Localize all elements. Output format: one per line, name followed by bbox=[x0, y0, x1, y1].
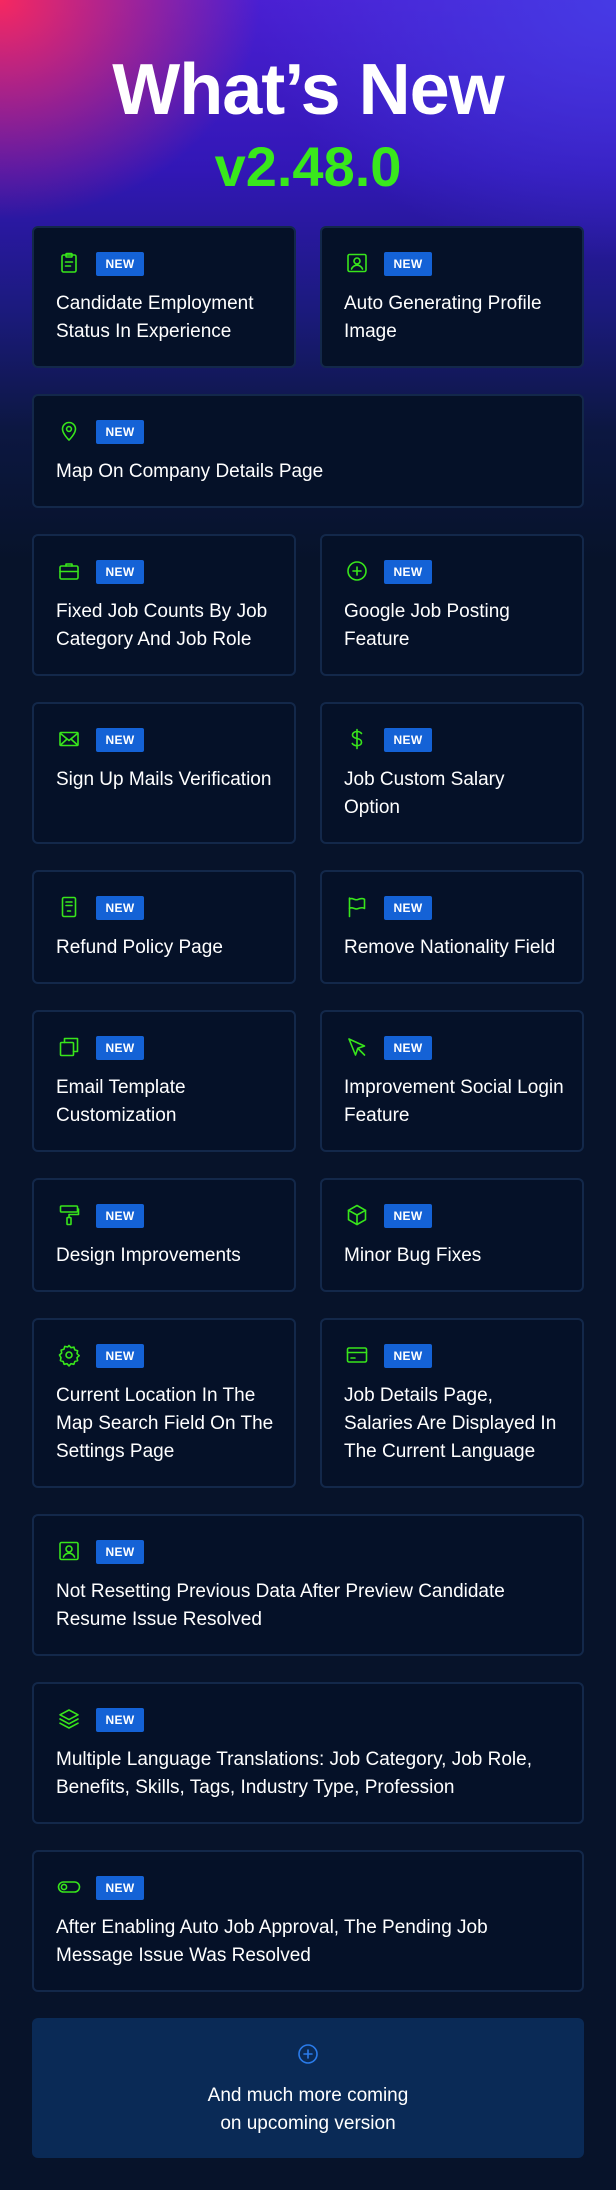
feature-label: Job Custom Salary Option bbox=[344, 769, 505, 818]
feature-card: NEW Design Improvements bbox=[32, 1178, 296, 1292]
new-badge: NEW bbox=[96, 1876, 144, 1900]
more-coming-line-2: on upcoming version bbox=[220, 2113, 396, 2134]
new-badge: NEW bbox=[384, 560, 432, 584]
feature-label: Design Improvements bbox=[56, 1245, 241, 1266]
feature-label: Fixed Job Counts By Job Category And Job… bbox=[56, 601, 268, 650]
feature-card: NEW Job Custom Salary Option bbox=[320, 702, 584, 844]
gear-icon bbox=[56, 1342, 82, 1368]
feature-card: NEW Remove Nationality Field bbox=[320, 870, 584, 984]
cursor-icon bbox=[344, 1034, 370, 1060]
more-coming-line-1: And much more coming bbox=[207, 2085, 409, 2106]
header: What’s New v2.48.0 bbox=[0, 44, 616, 200]
feature-label: Multiple Language Translations: Job Cate… bbox=[56, 1749, 532, 1798]
version-number: v2.48.0 bbox=[214, 135, 402, 198]
copy-icon bbox=[56, 1034, 82, 1060]
feature-label: After Enabling Auto Job Approval, The Pe… bbox=[56, 1917, 488, 1966]
new-badge: NEW bbox=[96, 728, 144, 752]
feature-card: NEW Map On Company Details Page bbox=[32, 394, 584, 508]
paint-roller-icon bbox=[56, 1202, 82, 1228]
new-badge: NEW bbox=[384, 1036, 432, 1060]
feature-card: NEW Not Resetting Previous Data After Pr… bbox=[32, 1514, 584, 1656]
new-badge: NEW bbox=[96, 252, 144, 276]
mail-icon bbox=[56, 726, 82, 752]
feature-card: NEW Google Job Posting Feature bbox=[320, 534, 584, 676]
box-icon bbox=[344, 1202, 370, 1228]
new-badge: NEW bbox=[96, 560, 144, 584]
feature-card: NEW Multiple Language Translations: Job … bbox=[32, 1682, 584, 1824]
profile-image-icon bbox=[344, 250, 370, 276]
feature-card: NEW Sign Up Mails Verification bbox=[32, 702, 296, 844]
feature-card: NEW Auto Generating Profile Image bbox=[320, 226, 584, 368]
feature-label: Current Location In The Map Search Field… bbox=[56, 1385, 274, 1462]
new-badge: NEW bbox=[96, 1036, 144, 1060]
new-badge: NEW bbox=[384, 728, 432, 752]
new-badge: NEW bbox=[96, 420, 144, 444]
profile-image-icon bbox=[56, 1538, 82, 1564]
feature-label: Not Resetting Previous Data After Previe… bbox=[56, 1581, 505, 1630]
more-coming-text: And much more coming on upcoming version bbox=[32, 2082, 584, 2138]
clipboard-icon bbox=[56, 250, 82, 276]
feature-card: NEW After Enabling Auto Job Approval, Th… bbox=[32, 1850, 584, 1992]
feature-card: NEW Candidate Employment Status In Exper… bbox=[32, 226, 296, 368]
feature-label: Improvement Social Login Feature bbox=[344, 1077, 564, 1126]
page-title: What’s New bbox=[112, 50, 504, 130]
feature-label: Auto Generating Profile Image bbox=[344, 293, 542, 342]
feature-label: Remove Nationality Field bbox=[344, 937, 556, 958]
new-badge: NEW bbox=[96, 1540, 144, 1564]
new-badge: NEW bbox=[384, 1344, 432, 1368]
new-badge: NEW bbox=[384, 896, 432, 920]
feature-label: Job Details Page, Salaries Are Displayed… bbox=[344, 1385, 557, 1462]
receipt-icon bbox=[56, 894, 82, 920]
toggle-icon bbox=[56, 1874, 82, 1900]
feature-label: Email Template Customization bbox=[56, 1077, 186, 1126]
credit-card-icon bbox=[344, 1342, 370, 1368]
new-badge: NEW bbox=[384, 252, 432, 276]
feature-label: Candidate Employment Status In Experienc… bbox=[56, 293, 254, 342]
new-badge: NEW bbox=[96, 1204, 144, 1228]
feature-card: NEW Fixed Job Counts By Job Category And… bbox=[32, 534, 296, 676]
new-badge: NEW bbox=[384, 1204, 432, 1228]
dollar-icon bbox=[344, 726, 370, 752]
feature-card: NEW Minor Bug Fixes bbox=[320, 1178, 584, 1292]
plus-circle-icon bbox=[344, 558, 370, 584]
feature-card: NEW Email Template Customization bbox=[32, 1010, 296, 1152]
feature-label: Google Job Posting Feature bbox=[344, 601, 510, 650]
feature-label: Minor Bug Fixes bbox=[344, 1245, 482, 1266]
layers-icon bbox=[56, 1706, 82, 1732]
feature-label: Map On Company Details Page bbox=[56, 461, 324, 482]
map-pin-icon bbox=[56, 418, 82, 444]
briefcase-icon bbox=[56, 558, 82, 584]
flag-icon bbox=[344, 894, 370, 920]
new-badge: NEW bbox=[96, 896, 144, 920]
feature-card: NEW Improvement Social Login Feature bbox=[320, 1010, 584, 1152]
feature-card: NEW Refund Policy Page bbox=[32, 870, 296, 984]
feature-label: Refund Policy Page bbox=[56, 937, 223, 958]
new-badge: NEW bbox=[96, 1708, 144, 1732]
more-coming-card: And much more coming on upcoming version bbox=[32, 2018, 584, 2158]
feature-label: Sign Up Mails Verification bbox=[56, 769, 272, 790]
plus-circle-icon bbox=[296, 2042, 320, 2066]
feature-card: NEW Job Details Page, Salaries Are Displ… bbox=[320, 1318, 584, 1488]
feature-card: NEW Current Location In The Map Search F… bbox=[32, 1318, 296, 1488]
new-badge: NEW bbox=[96, 1344, 144, 1368]
